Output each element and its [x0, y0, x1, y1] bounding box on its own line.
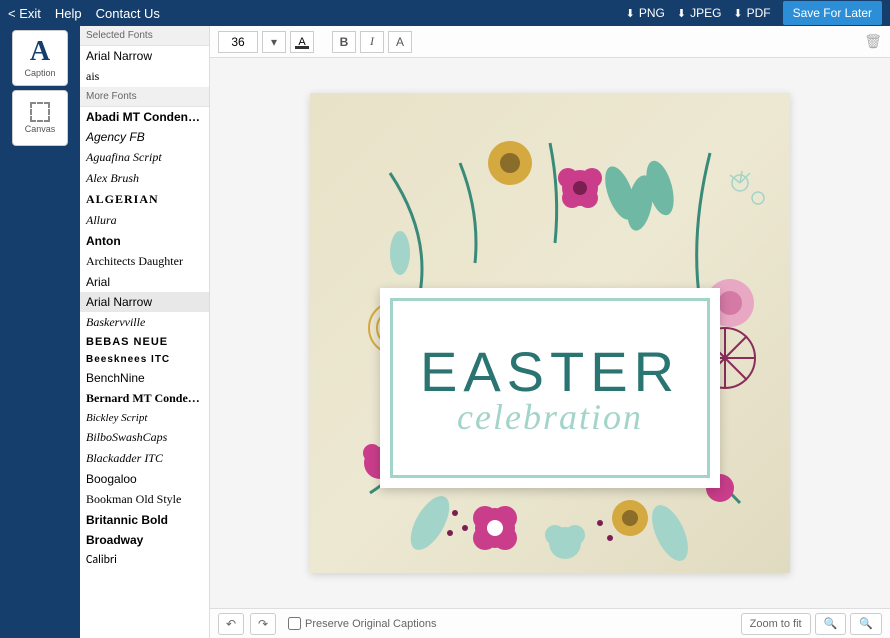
font-item[interactable]: Baskervville — [80, 312, 209, 333]
help-link[interactable]: Help — [55, 6, 82, 21]
font-size-input[interactable] — [218, 31, 258, 53]
editor-area: ▾ A B I A 🗑 — [210, 26, 890, 638]
font-size-dropdown[interactable]: ▾ — [262, 31, 286, 53]
font-item[interactable]: Anton — [80, 231, 209, 251]
topbar-left: < Exit Help Contact Us — [8, 6, 160, 21]
pdf-label: PDF — [747, 6, 771, 20]
tool-sidebar: A Caption Canvas — [0, 26, 80, 638]
font-style-button[interactable]: A — [388, 31, 412, 53]
heading-sub: celebration — [457, 396, 643, 438]
zoom-fit-button[interactable]: Zoom to fit — [741, 613, 811, 635]
color-swatch — [295, 46, 309, 49]
font-item[interactable]: Britannic Bold — [80, 510, 209, 530]
preserve-text: Preserve Original Captions — [305, 618, 436, 630]
selected-font-item[interactable]: Arial Narrow — [80, 46, 209, 66]
zoom-controls: Zoom to fit 🔍 🔍 — [741, 613, 882, 635]
download-icon: ⬇ — [733, 7, 742, 20]
font-item[interactable]: Bookman Old Style — [80, 489, 209, 510]
png-label: PNG — [639, 6, 665, 20]
font-item[interactable]: Blackadder ITC — [80, 448, 209, 469]
font-item[interactable]: Boogaloo — [80, 469, 209, 489]
canvas-label: Canvas — [25, 124, 56, 134]
font-panel: Selected Fonts Arial Narrowais More Font… — [80, 26, 210, 638]
font-item[interactable]: Bickley Script — [80, 409, 209, 427]
download-icon: ⬇ — [677, 7, 686, 20]
caption-label: Caption — [24, 68, 55, 78]
zoom-out-button[interactable]: 🔍 — [815, 613, 847, 635]
textbox-inner: EASTER celebration — [390, 298, 710, 478]
font-item[interactable]: BilboSwashCaps — [80, 427, 209, 448]
text-toolbar: ▾ A B I A 🗑 — [210, 26, 890, 58]
crop-icon — [30, 102, 50, 122]
topbar-right: ⬇ PNG ⬇ JPEG ⬇ PDF Save For Later — [626, 1, 882, 25]
font-item[interactable]: Architects Daughter — [80, 251, 209, 272]
exit-link[interactable]: < Exit — [8, 6, 41, 21]
bold-button[interactable]: B — [332, 31, 356, 53]
jpeg-label: JPEG — [690, 6, 721, 20]
contact-link[interactable]: Contact Us — [96, 6, 160, 21]
download-pdf-button[interactable]: ⬇ PDF — [733, 6, 770, 20]
selected-font-item[interactable]: ais — [80, 66, 209, 87]
font-item[interactable]: Bernard MT Condensed — [80, 388, 209, 409]
download-jpeg-button[interactable]: ⬇ JPEG — [677, 6, 722, 20]
font-item[interactable]: Alex Brush — [80, 168, 209, 189]
font-item[interactable]: Calibri — [80, 550, 209, 570]
zoom-in-button[interactable]: 🔍 — [850, 613, 882, 635]
font-item[interactable]: Arial — [80, 272, 209, 292]
delete-button[interactable]: 🗑 — [864, 33, 882, 50]
selected-fonts-header: Selected Fonts — [80, 26, 209, 46]
preserve-captions-checkbox[interactable] — [288, 617, 301, 630]
letter-a-icon: A — [30, 38, 50, 66]
canvas-area[interactable]: EASTER celebration — [210, 58, 890, 608]
design-canvas[interactable]: EASTER celebration — [310, 93, 790, 573]
download-icon: ⬇ — [626, 7, 635, 20]
font-item[interactable]: BenchNine — [80, 368, 209, 388]
redo-button[interactable]: ↷ — [250, 613, 276, 635]
caption-textbox[interactable]: EASTER celebration — [380, 288, 720, 488]
more-fonts-header: More Fonts — [80, 87, 209, 107]
font-item[interactable]: ALGERIAN — [80, 189, 209, 210]
font-item[interactable]: BEBAS NEUE — [80, 333, 209, 351]
undo-button[interactable]: ↶ — [218, 613, 244, 635]
font-item[interactable]: Aguafina Script — [80, 147, 209, 168]
main-area: A Caption Canvas Selected Fonts Arial Na… — [0, 26, 890, 638]
text-color-button[interactable]: A — [290, 31, 314, 53]
caption-tool[interactable]: A Caption — [12, 30, 68, 86]
font-item[interactable]: Allura — [80, 210, 209, 231]
font-item[interactable]: Arial Narrow — [80, 292, 209, 312]
font-item[interactable]: Agency FB — [80, 127, 209, 147]
canvas-tool[interactable]: Canvas — [12, 90, 68, 146]
font-item[interactable]: Beesknees ITC — [80, 351, 209, 368]
font-list-scroll[interactable]: Abadi MT CondensedAgency FBAguafina Scri… — [80, 107, 209, 638]
heading-main: EASTER — [420, 339, 680, 404]
font-item[interactable]: Broadway — [80, 530, 209, 550]
italic-button[interactable]: I — [360, 31, 384, 53]
top-bar: < Exit Help Contact Us ⬇ PNG ⬇ JPEG ⬇ PDF S… — [0, 0, 890, 26]
preserve-captions-label[interactable]: Preserve Original Captions — [288, 617, 436, 630]
font-item[interactable]: Abadi MT Condensed — [80, 107, 209, 127]
bottom-bar: ↶ ↷ Preserve Original Captions Zoom to f… — [210, 608, 890, 638]
save-button[interactable]: Save For Later — [783, 1, 882, 25]
download-png-button[interactable]: ⬇ PNG — [626, 6, 665, 20]
